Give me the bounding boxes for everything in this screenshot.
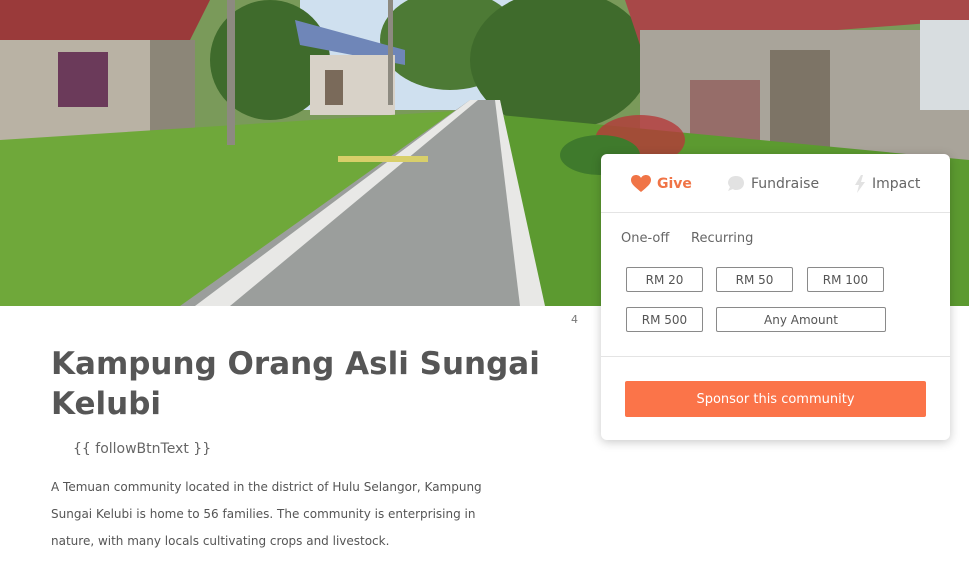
community-description: A Temuan community located in the distri… [51,480,482,548]
donation-tabs: Give Fundraise Impact [601,154,950,213]
tab-give-label: Give [657,176,692,192]
community-title: Kampung Orang Asli Sungai Kelubi [51,346,540,422]
amount-rm-100-button[interactable]: RM 100 [807,267,884,292]
chat-bubble-icon [728,176,744,191]
amount-rm-50-button[interactable]: RM 50 [716,267,793,292]
lightning-icon [855,175,865,193]
card-divider [601,356,950,357]
tab-impact-label: Impact [872,176,921,192]
tab-give[interactable]: Give [631,173,692,195]
tab-impact[interactable]: Impact [854,173,920,195]
sponsor-community-button[interactable]: Sponsor this community [625,381,926,417]
amount-rm-20-button[interactable]: RM 20 [626,267,703,292]
tab-fundraise[interactable]: Fundraise [727,173,819,195]
donation-card: Give Fundraise Impact One-off Recurring … [601,154,950,440]
frequency-one-off[interactable]: One-off [621,231,669,246]
follow-button[interactable]: {{ followBtnText }} [73,441,211,457]
frequency-recurring[interactable]: Recurring [691,231,753,246]
heart-icon [631,175,651,192]
amount-any-button[interactable]: Any Amount [716,307,886,332]
tab-fundraise-label: Fundraise [751,176,820,192]
amount-rm-500-button[interactable]: RM 500 [626,307,703,332]
gallery-counter: 4 [571,313,578,326]
